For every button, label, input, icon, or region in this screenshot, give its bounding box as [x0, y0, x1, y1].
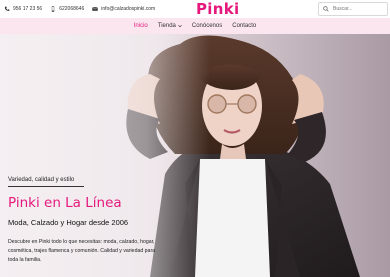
email-contact[interactable]: info@calzadospinki.com: [92, 6, 155, 12]
phone-icon: [4, 6, 10, 11]
nav-label-contacto: Contacto: [232, 23, 257, 29]
hero-subtitle: Moda, Calzado y Hogar desde 2006: [8, 218, 129, 227]
nav-label-conocenos: Conócenos: [191, 23, 223, 29]
email-address: info@calzadospinki.com: [101, 6, 156, 12]
hero-title: Pinki en La Línea: [8, 195, 122, 211]
kicker-divider: [8, 186, 84, 187]
email-icon: [92, 7, 99, 11]
phone-number-1: 956 17 23 56: [13, 6, 43, 12]
nav-item-conocenos[interactable]: Conócenos: [192, 18, 222, 34]
hero-section: Variedad, calidad y estilo Pinki en La L…: [0, 34, 390, 277]
main-nav: Inicio Tienda Conócenos Contacto: [0, 18, 390, 34]
search-input[interactable]: [333, 6, 383, 12]
hero-description: Descubre en Pinki todo lo que necesitas:…: [8, 239, 156, 263]
site-logo[interactable]: Pinki: [196, 0, 239, 18]
hero-kicker: Variedad, calidad y estilo: [8, 177, 75, 183]
chevron-down-icon: [178, 24, 182, 28]
nav-label-tienda: Tienda: [157, 23, 176, 29]
phone-contact[interactable]: 956 17 23 56: [4, 6, 42, 12]
nav-item-inicio[interactable]: Inicio: [134, 18, 148, 34]
search-icon: [323, 6, 329, 12]
nav-item-contacto[interactable]: Contacto: [232, 18, 256, 34]
search-box[interactable]: [318, 2, 388, 16]
mobile-phone-icon: [52, 6, 55, 12]
mobile-contact[interactable]: 622068646: [50, 6, 84, 12]
nav-label-inicio: Inicio: [133, 23, 148, 29]
nav-item-tienda[interactable]: Tienda: [158, 18, 182, 34]
phone-number-2: 622068646: [59, 6, 85, 12]
